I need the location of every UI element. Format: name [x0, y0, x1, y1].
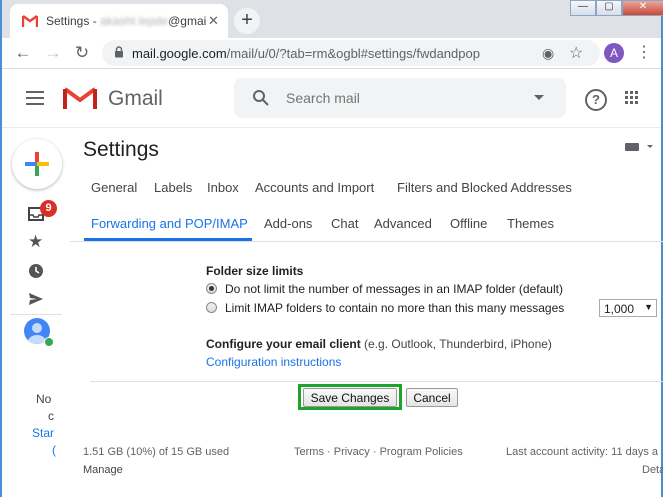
program-policies-link[interactable]: Program Policies [380, 446, 463, 458]
browser-tab-settings[interactable]: Settings - akasht.lepde@gmail.c ✕ [10, 4, 228, 38]
hangouts-text-3: ( [52, 443, 56, 457]
sent-icon[interactable] [28, 291, 44, 307]
radio-limit-row[interactable]: Limit IMAP folders to contain no more th… [206, 301, 564, 315]
tab-themes[interactable]: Themes [507, 216, 554, 231]
keyboard-icon[interactable] [625, 143, 639, 151]
inbox-unread-badge: 9 [40, 200, 57, 217]
gmail-logo-text[interactable]: Gmail [108, 87, 163, 111]
profile-avatar[interactable]: A [604, 43, 624, 63]
apps-grid-icon[interactable] [625, 91, 639, 105]
radio-no-limit-row[interactable]: Do not limit the number of messages in a… [206, 282, 563, 296]
address-bar[interactable]: mail.google.com/mail/u/0/?tab=rm&ogbl#se… [102, 40, 600, 66]
terms-link[interactable]: Terms [294, 446, 324, 458]
forward-arrow-icon[interactable]: → [42, 42, 64, 64]
search-options-icon[interactable] [534, 95, 544, 100]
reload-icon[interactable]: ↻ [71, 42, 93, 64]
kebab-menu-icon[interactable]: ⋮ [636, 42, 652, 62]
tab-chat[interactable]: Chat [331, 216, 358, 231]
search-icon[interactable] [252, 89, 270, 107]
chevron-down-icon: ▼ [644, 302, 653, 312]
tab-forwarding-pop-imap[interactable]: Forwarding and POP/IMAP [91, 216, 248, 231]
save-changes-button[interactable]: Save Changes [303, 388, 397, 407]
back-arrow-icon[interactable]: ← [12, 42, 34, 64]
gmail-logo-icon[interactable] [63, 85, 97, 111]
configure-client-heading: Configure your email client (e.g. Outloo… [206, 337, 552, 351]
hangouts-text: No [36, 392, 52, 406]
last-account-activity: Last account activity: 11 days a [506, 446, 659, 458]
help-icon[interactable]: ? [585, 89, 607, 111]
hangouts-start-link[interactable]: Star [32, 426, 54, 440]
browser-toolbar: ← → ↻ mail.google.com/mail/u/0/?tab=rm&o… [2, 38, 661, 69]
gmail-favicon-icon [22, 15, 38, 27]
tab-general[interactable]: General [91, 180, 137, 195]
search-input[interactable] [286, 90, 516, 106]
bookmark-star-icon[interactable]: ☆ [569, 43, 583, 63]
folder-size-limits-heading: Folder size limits [206, 264, 304, 278]
window-close-button[interactable]: ✕ [622, 0, 663, 16]
storage-usage: 1.51 GB (10%) of 15 GB used [83, 446, 230, 458]
client-examples-text: (e.g. Outlook, Thunderbird, iPhone) [360, 337, 552, 351]
rail-divider [10, 314, 62, 315]
tab-filters[interactable]: Filters and Blocked Addresses [397, 180, 572, 195]
configuration-instructions-link[interactable]: Configuration instructions [206, 355, 341, 369]
radio-limit-label: Limit IMAP folders to contain no more th… [225, 301, 565, 315]
tab-strip: Settings - akasht.lepde@gmail.c ✕ + — ▢ … [2, 0, 663, 38]
privacy-link[interactable]: Privacy [334, 446, 370, 458]
tabs-divider [70, 241, 663, 242]
radio-limit[interactable] [206, 302, 217, 313]
redacted-email: akasht.lepde [100, 14, 169, 28]
settings-tabs-row-1: General Labels Inbox Accounts and Import… [2, 180, 663, 196]
maximize-button[interactable]: ▢ [596, 0, 622, 16]
tab-labels[interactable]: Labels [154, 180, 192, 195]
footer-links: Terms · Privacy · Program Policies [294, 446, 463, 458]
message-limit-select[interactable]: 1,000 ▼ [599, 299, 657, 317]
radio-no-limit[interactable] [206, 283, 217, 294]
minimize-button[interactable]: — [570, 0, 596, 16]
settings-tabs-row-2: Forwarding and POP/IMAP Add-ons Chat Adv… [2, 216, 663, 232]
manage-storage-link[interactable]: Manage [83, 464, 123, 476]
url-text[interactable]: mail.google.com/mail/u/0/?tab=rm&ogbl#se… [132, 46, 480, 61]
cancel-button[interactable]: Cancel [406, 388, 458, 407]
gmail-header: Gmail ? [2, 69, 661, 128]
tab-add-ons[interactable]: Add-ons [264, 216, 312, 231]
tab-inbox[interactable]: Inbox [207, 180, 239, 195]
input-tools-dropdown-icon[interactable] [647, 145, 653, 148]
browser-window: Settings - akasht.lepde@gmail.c ✕ + — ▢ … [0, 0, 663, 497]
starred-icon[interactable]: ★ [28, 233, 44, 250]
page-title: Settings [83, 138, 159, 161]
lock-icon [115, 46, 123, 58]
online-status-dot [44, 337, 54, 347]
radio-no-limit-label: Do not limit the number of messages in a… [225, 282, 563, 296]
hangouts-text-2: c [48, 409, 54, 423]
search-bar[interactable] [234, 78, 566, 118]
tab-offline[interactable]: Offline [450, 216, 487, 231]
tab-title: Settings - akasht.lepde@gmail.c [46, 14, 206, 28]
tab-close-icon[interactable]: ✕ [208, 13, 219, 29]
section-divider [90, 381, 663, 382]
eye-icon[interactable]: ◉ [542, 45, 554, 62]
hamburger-menu-icon[interactable] [26, 91, 44, 109]
tab-advanced[interactable]: Advanced [374, 216, 432, 231]
message-limit-value: 1,000 [604, 302, 635, 316]
snoozed-clock-icon[interactable] [28, 263, 44, 279]
new-tab-button[interactable]: + [234, 8, 260, 34]
details-link[interactable]: Deta [642, 464, 663, 476]
tab-accounts-and-import[interactable]: Accounts and Import [255, 180, 374, 195]
